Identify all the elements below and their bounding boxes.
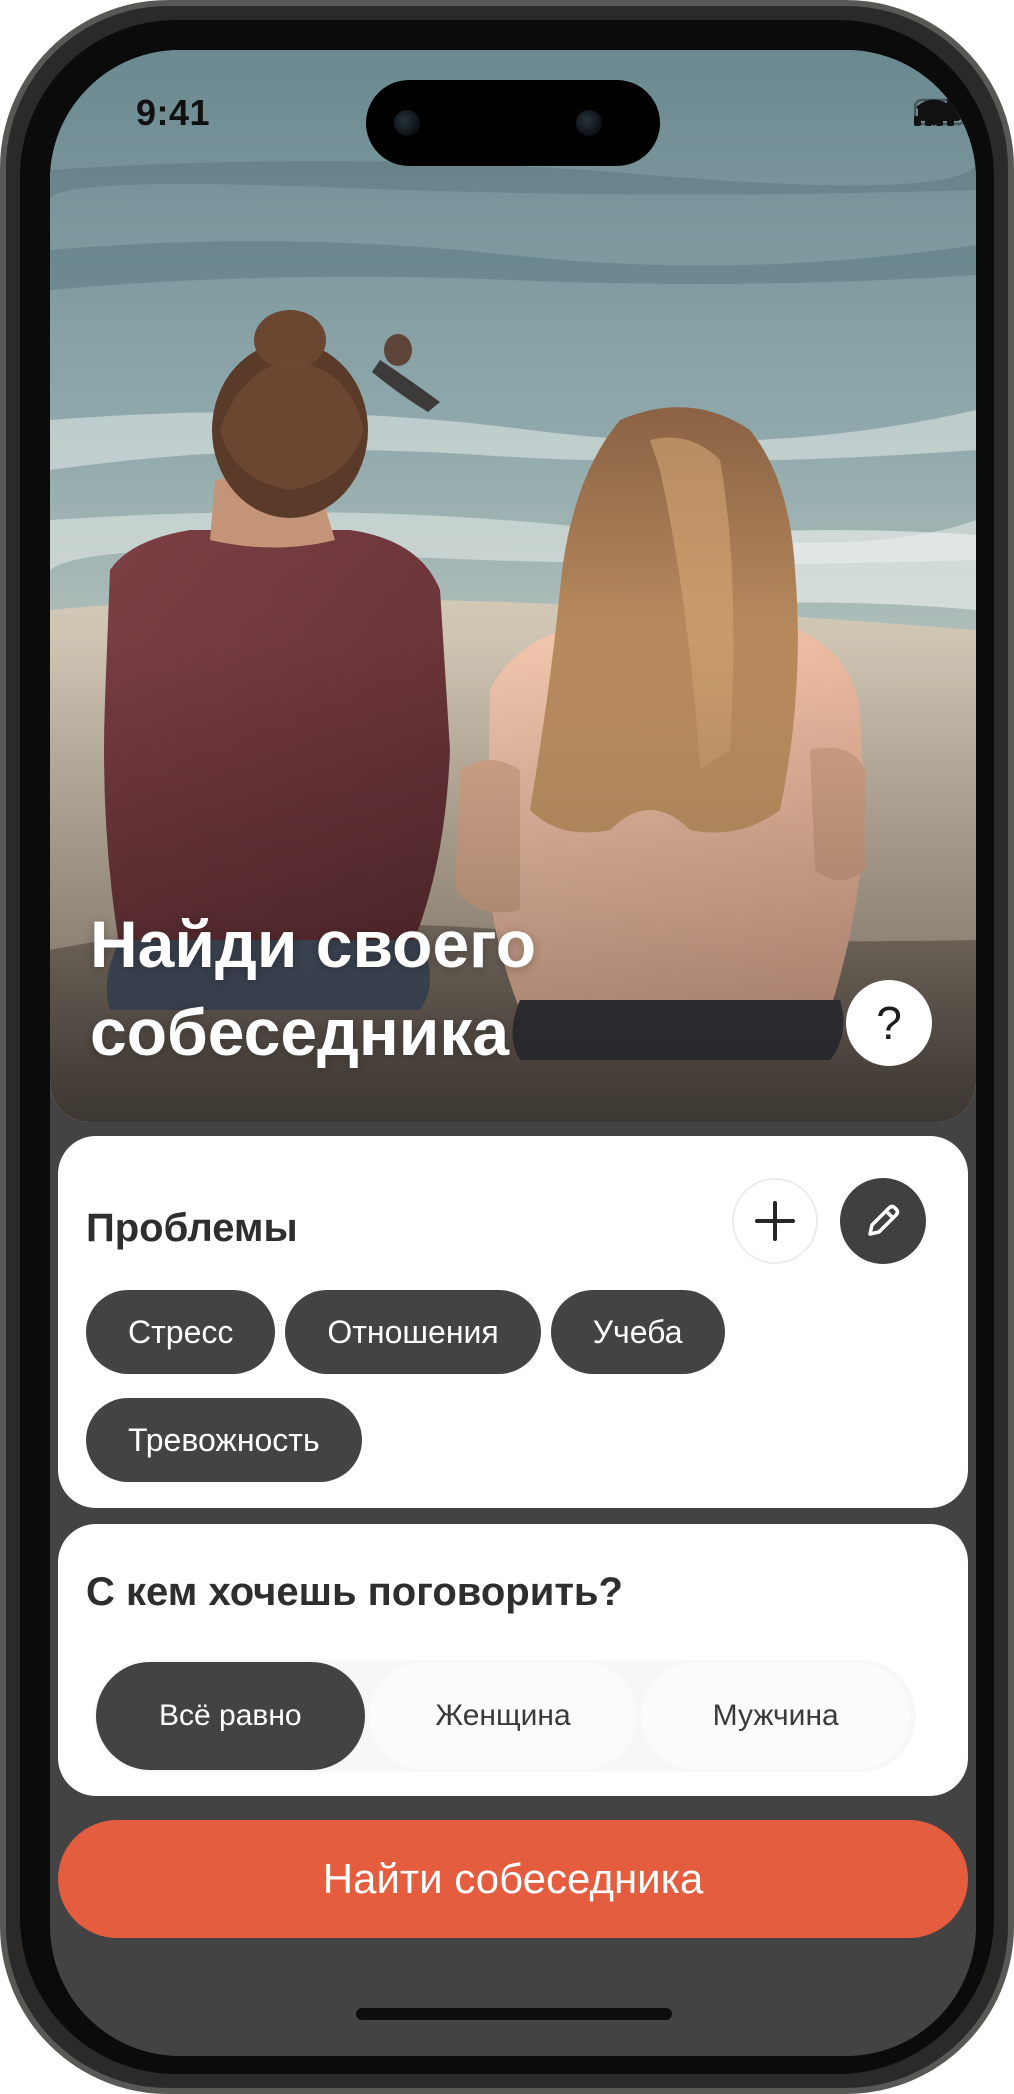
hero-title-line-1: Найди своего [90,907,537,981]
hero-title: Найди своего собеседника [90,900,790,1076]
edit-problems-button[interactable] [840,1178,926,1264]
partner-preference-card: С кем хочешь поговорить? Всё равно Женщи… [58,1524,968,1796]
status-bar: 9:41 [50,50,976,170]
status-time: 9:41 [136,92,211,133]
camera-lens-icon [394,110,420,136]
add-problem-button[interactable] [732,1178,818,1264]
help-button[interactable]: ? [846,980,932,1066]
chip-anxiety[interactable]: Тревожность [86,1398,362,1482]
chip-stress[interactable]: Стресс [86,1290,276,1374]
chip-relationships[interactable]: Отношения [285,1290,541,1374]
find-partner-button[interactable]: Найти собеседника [58,1820,968,1938]
problems-card: Проблемы Стресс Отношения Учеба Тревожно… [58,1136,968,1508]
hero-title-line-2: собеседника [90,995,510,1069]
battery-icon [914,98,971,126]
option-male[interactable]: Мужчина [641,1662,911,1770]
partner-title: С кем хочешь поговорить? [86,1570,623,1614]
option-any[interactable]: Всё равно [96,1662,365,1770]
sensor-icon [576,110,602,136]
plus-icon [755,1201,795,1241]
dynamic-island [366,80,660,166]
pencil-icon [868,1204,900,1236]
gender-segmented-control: Всё равно Женщина Мужчина [94,1660,916,1772]
home-indicator[interactable] [356,2008,672,2020]
problems-title: Проблемы [86,1206,298,1250]
problem-chips: Стресс Отношения Учеба Тревожность [86,1290,946,1482]
hero-photo: 9:41 Найди своего собеседника ? [50,50,976,1122]
chip-study[interactable]: Учеба [550,1290,725,1374]
phone-frame: 9:41 Найди своего собеседника ? Проблемы… [0,0,1014,2094]
screen: 9:41 Найди своего собеседника ? Проблемы… [50,50,976,2056]
option-female[interactable]: Женщина [368,1662,638,1770]
